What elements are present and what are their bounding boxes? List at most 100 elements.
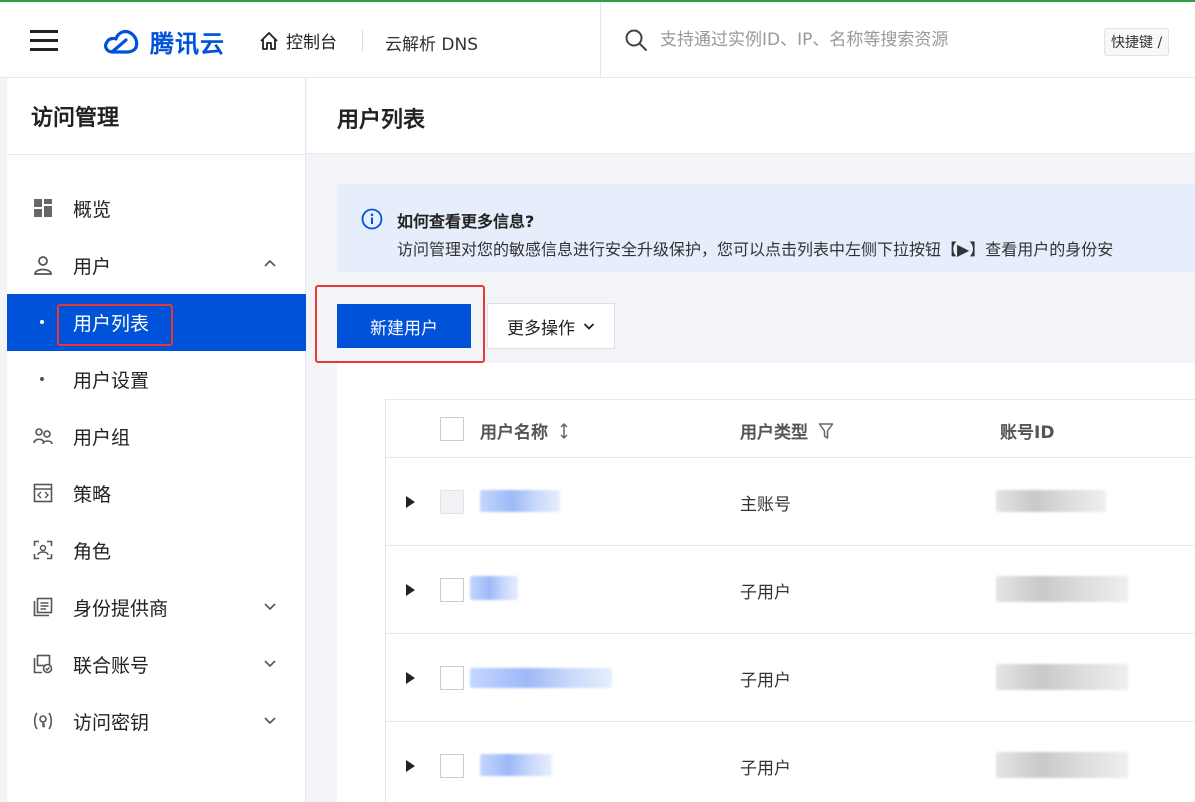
column-label: 用户名称 <box>480 423 548 443</box>
column-header-username[interactable]: 用户名称 <box>480 418 570 443</box>
redacted-username[interactable] <box>480 490 560 512</box>
main-content: 用户列表 如何查看更多信息? 访问管理对您的敏感信息进行安全升级保护，您可以点击… <box>307 78 1195 802</box>
user-table-card: 用户名称 用户类型 账号ID 主账号 子用户 子用户 子用户 <box>337 363 1195 802</box>
redacted-account-id <box>996 576 1128 602</box>
sidebar-item-user-list[interactable]: 用户列表 <box>7 294 306 351</box>
search-icon[interactable] <box>624 28 648 52</box>
bullet-icon <box>40 377 44 381</box>
top-navbar: 腾讯云 控制台 云解析 DNS 快捷键 / <box>0 0 1195 80</box>
row-checkbox[interactable] <box>440 578 464 602</box>
row-checkbox <box>440 490 464 514</box>
search-input[interactable] <box>660 30 1080 50</box>
chevron-down-icon[interactable] <box>263 599 277 613</box>
sidebar-nav: 概览 用户 用户列表 用户设置 用户组 策略 角色 身份提供商 联合账号 访问密… <box>7 180 306 750</box>
expand-row-icon[interactable] <box>406 584 415 596</box>
sidebar-title: 访问管理 <box>31 106 120 131</box>
sidebar-item-identity-providers[interactable]: 身份提供商 <box>7 579 306 636</box>
sidebar-item-roles[interactable]: 角色 <box>7 522 306 579</box>
role-icon <box>33 540 53 560</box>
brand-logo[interactable]: 腾讯云 <box>102 24 225 58</box>
banner-title: 如何查看更多信息? <box>397 212 535 231</box>
select-all-checkbox[interactable] <box>440 417 464 441</box>
identity-provider-icon <box>33 597 53 617</box>
column-label: 用户类型 <box>740 423 808 443</box>
menu-icon[interactable] <box>30 30 58 52</box>
redacted-username[interactable] <box>480 754 552 776</box>
more-actions-label: 更多操作 <box>507 318 575 339</box>
column-label: 账号ID <box>1000 423 1055 443</box>
column-header-user-type[interactable]: 用户类型 <box>740 418 834 443</box>
column-header-account-id: 账号ID <box>1000 418 1054 443</box>
home-icon <box>260 31 278 50</box>
topbar-divider <box>362 30 363 52</box>
create-user-button[interactable]: 新建用户 <box>337 304 471 348</box>
sidebar-item-federated-accounts[interactable]: 联合账号 <box>7 636 306 693</box>
user-type-cell: 子用户 <box>740 583 791 603</box>
global-search <box>624 28 1080 52</box>
sidebar-item-label: 联合账号 <box>73 655 150 677</box>
chevron-down-icon[interactable] <box>263 713 277 727</box>
table-row[interactable]: 子用户 <box>386 722 1195 802</box>
sidebar-item-user-groups[interactable]: 用户组 <box>7 408 306 465</box>
sort-icon[interactable] <box>558 422 570 440</box>
sidebar-item-label: 用户列表 <box>73 313 150 335</box>
console-link[interactable]: 控制台 <box>258 28 337 53</box>
console-label: 控制台 <box>286 33 337 53</box>
row-checkbox[interactable] <box>440 754 464 778</box>
redacted-username[interactable] <box>470 668 612 688</box>
sidebar-divider <box>7 154 306 155</box>
chevron-down-icon[interactable] <box>263 656 277 670</box>
sidebar-item-label: 身份提供商 <box>73 598 169 620</box>
sidebar-item-policies[interactable]: 策略 <box>7 465 306 522</box>
user-type-cell: 子用户 <box>740 671 791 691</box>
redacted-account-id <box>996 490 1106 512</box>
expand-row-icon[interactable] <box>406 760 415 772</box>
sidebar-item-access-keys[interactable]: 访问密钥 <box>7 693 306 750</box>
row-checkbox[interactable] <box>440 666 464 690</box>
page-header: 用户列表 <box>307 78 1195 154</box>
chevron-down-icon <box>583 323 595 330</box>
table-row[interactable]: 子用户 <box>386 634 1195 722</box>
user-type-cell: 主账号 <box>740 495 791 515</box>
sidebar-item-label: 策略 <box>73 484 112 506</box>
info-banner: 如何查看更多信息? 访问管理对您的敏感信息进行安全升级保护，您可以点击列表中左侧… <box>337 184 1195 272</box>
shortcut-hint[interactable]: 快捷键 / <box>1104 28 1170 56</box>
sidebar-item-label: 概览 <box>73 199 112 221</box>
sidebar-item-label: 用户组 <box>73 427 131 449</box>
federated-account-icon <box>33 654 53 674</box>
dashboard-icon <box>34 199 52 217</box>
filter-icon[interactable] <box>818 422 834 440</box>
sidebar-item-label: 用户 <box>73 256 112 278</box>
user-group-icon <box>33 428 53 445</box>
product-link[interactable]: 云解析 DNS <box>385 30 478 55</box>
access-key-icon <box>33 712 53 730</box>
user-type-cell: 子用户 <box>740 759 791 779</box>
user-icon <box>34 256 52 275</box>
sidebar: 访问管理 概览 用户 用户列表 用户设置 用户组 策略 角色 身份提供商 联合账… <box>7 78 306 802</box>
sidebar-item-label: 访问密钥 <box>73 712 150 734</box>
table-header: 用户名称 用户类型 账号ID <box>386 400 1195 458</box>
brand-name: 腾讯云 <box>150 29 225 58</box>
chevron-up-icon[interactable] <box>263 257 277 271</box>
redacted-username[interactable] <box>470 576 518 600</box>
sidebar-item-label: 用户设置 <box>73 370 150 392</box>
sidebar-item-label: 角色 <box>73 541 112 563</box>
table-row[interactable]: 子用户 <box>386 546 1195 634</box>
table-row[interactable]: 主账号 <box>386 458 1195 546</box>
more-actions-dropdown[interactable]: 更多操作 <box>487 303 615 349</box>
expand-row-icon[interactable] <box>406 496 415 508</box>
cloud-logo-icon <box>104 29 139 54</box>
user-table: 用户名称 用户类型 账号ID 主账号 子用户 子用户 子用户 <box>385 399 1195 802</box>
expand-row-icon[interactable] <box>406 672 415 684</box>
sidebar-item-overview[interactable]: 概览 <box>7 180 306 237</box>
sidebar-item-user-settings[interactable]: 用户设置 <box>7 351 306 408</box>
info-icon <box>361 208 383 230</box>
redacted-account-id <box>996 752 1128 778</box>
topbar-separator <box>600 2 601 80</box>
banner-description: 访问管理对您的敏感信息进行安全升级保护，您可以点击列表中左侧下拉按钮【▶】查看用… <box>397 240 1114 259</box>
sidebar-item-users[interactable]: 用户 <box>7 237 306 294</box>
redacted-account-id <box>996 664 1128 690</box>
bullet-icon <box>40 320 44 324</box>
policy-icon <box>33 483 53 503</box>
page-title: 用户列表 <box>337 108 426 133</box>
